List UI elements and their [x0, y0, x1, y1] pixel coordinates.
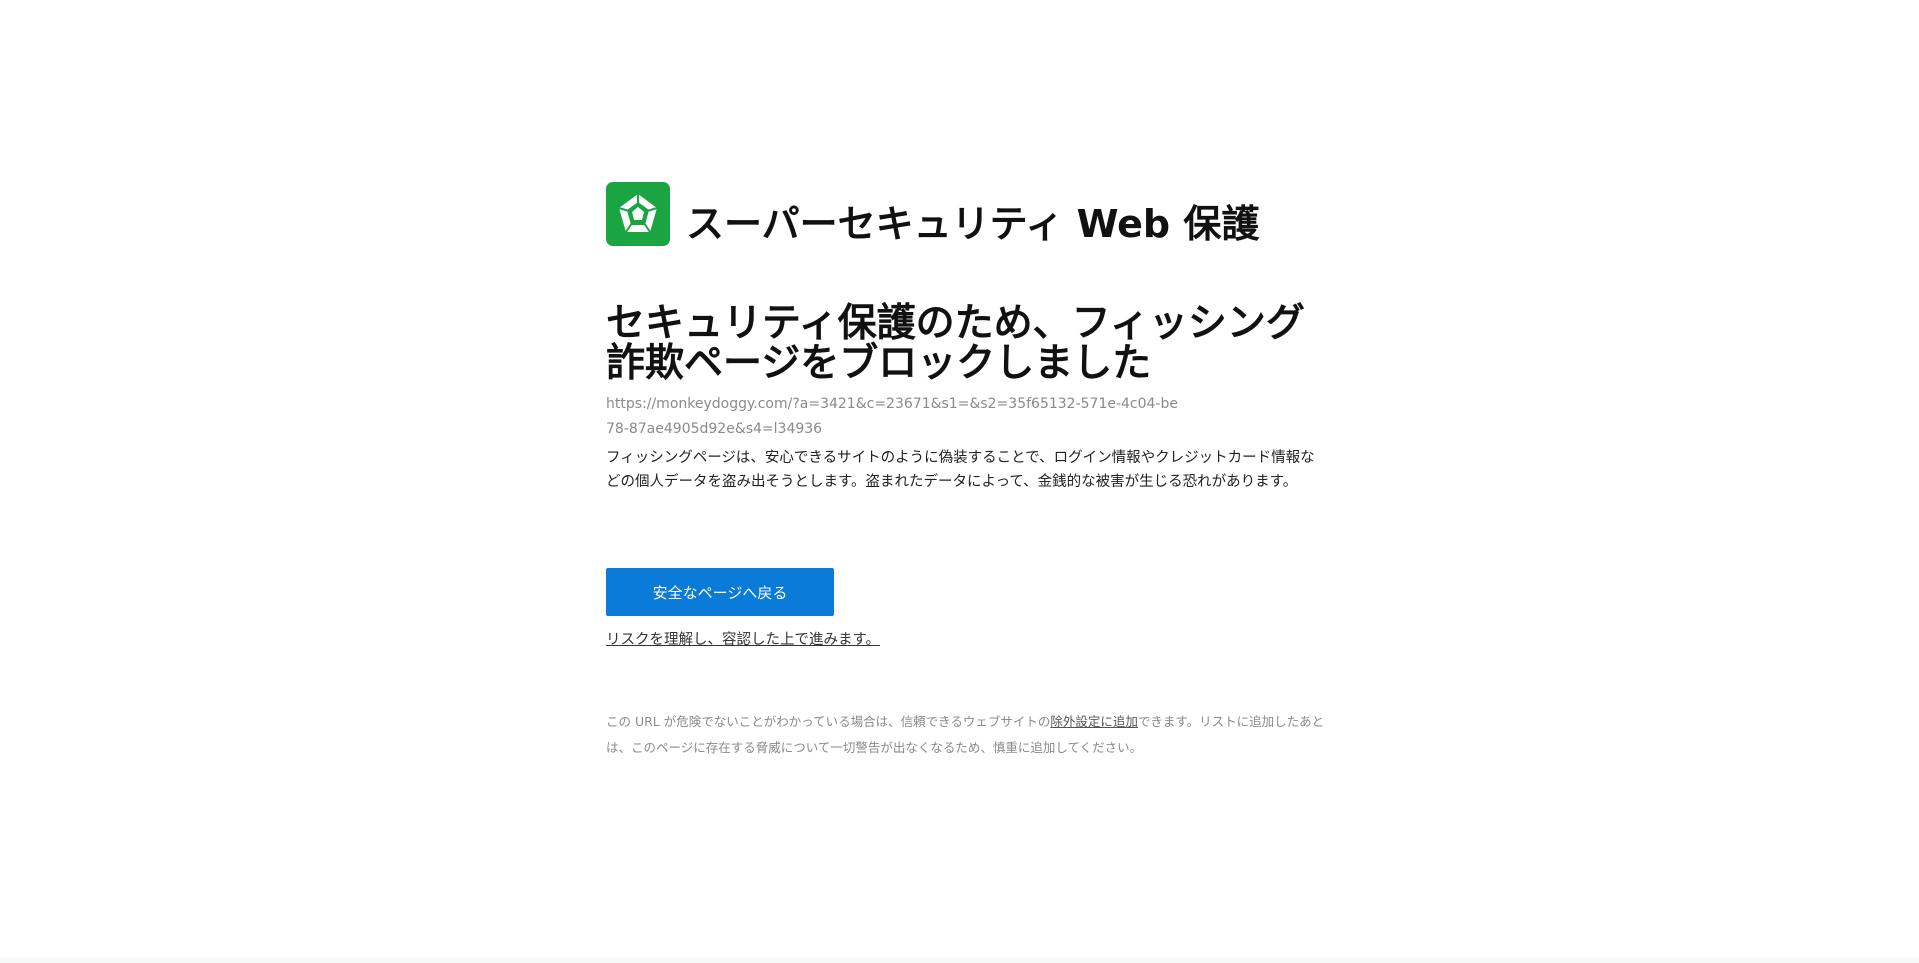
brand-header: スーパーセキュリティ Web 保護 — [606, 182, 1326, 246]
brand-name: スーパーセキュリティ Web 保護 — [686, 201, 1260, 246]
pentagon-shield-icon — [606, 182, 670, 246]
warning-headline: セキュリティ保護のため、フィッシング詐欺ページをブロックしました — [606, 301, 1305, 386]
bottom-edge — [0, 957, 1919, 963]
add-exclusion-link[interactable]: 除外設定に追加 — [1050, 714, 1138, 729]
phishing-description: フィッシングページは、安心できるサイトのように偽装することで、ログイン情報やクレ… — [606, 450, 1315, 490]
blocked-page: スーパーセキュリティ Web 保護 セキュリティ保護のため、フィッシング詐欺ペー… — [0, 0, 1919, 963]
back-to-safety-button[interactable]: 安全なページへ戻る — [606, 568, 834, 616]
exclusion-footnote: この URL が危険でないことがわかっている場合は、信頼できるウェブサイトの除外… — [606, 709, 1326, 761]
warning-content: スーパーセキュリティ Web 保護 セキュリティ保護のため、フィッシング詐欺ペー… — [606, 182, 1326, 761]
blocked-url: https://monkeydoggy.com/?a=3421&c=23671&… — [606, 396, 1178, 437]
proceed-anyway-link[interactable]: リスクを理解し、容認した上で進みます。 — [606, 628, 880, 649]
footnote-text-before: この URL が危険でないことがわかっている場合は、信頼できるウェブサイトの — [606, 714, 1051, 729]
